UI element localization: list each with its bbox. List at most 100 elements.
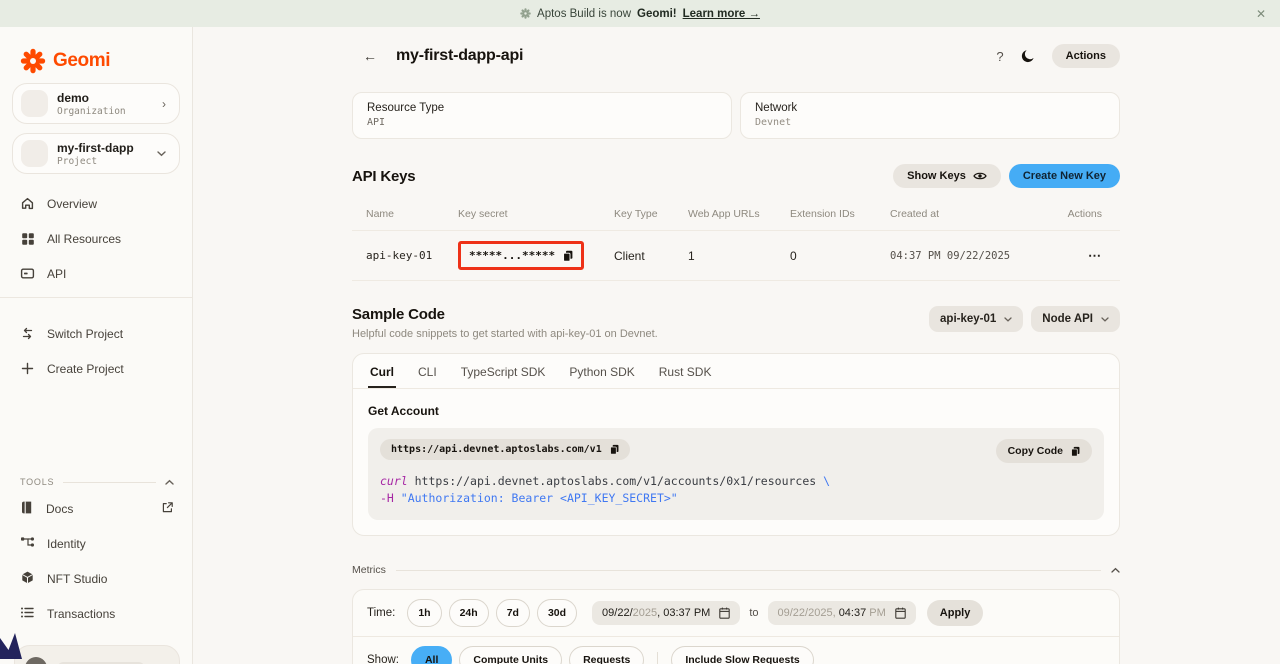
sidebar-item-transactions[interactable]: Transactions [0, 596, 192, 631]
copy-icon [1071, 446, 1080, 457]
banner-brand: Geomi! [637, 8, 677, 20]
snippet-title: Get Account [353, 389, 1119, 418]
sidebar-item-all-resources[interactable]: All Resources [0, 221, 192, 256]
sidebar-item-create-project[interactable]: Create Project [0, 351, 192, 386]
date-seg: 09/22/2025, [778, 607, 839, 619]
sidebar-item-label: Identity [47, 537, 86, 551]
col-header-key-type: Key Type [614, 208, 688, 220]
sidebar-item-label: Create Project [47, 362, 124, 376]
resource-type-value: API [367, 117, 717, 128]
user-account-card[interactable]: › [14, 645, 180, 664]
col-header-actions: Actions [1064, 208, 1120, 220]
key-name-cell: api-key-01 [366, 249, 458, 262]
apply-button[interactable]: Apply [927, 600, 984, 626]
sample-code-card: Curl CLI TypeScript SDK Python SDK Rust … [352, 353, 1120, 536]
create-new-key-button[interactable]: Create New Key [1009, 164, 1120, 188]
code-snippet: curl https://api.devnet.aptoslabs.com/v1… [380, 473, 1092, 506]
web-app-urls-cell: 1 [688, 249, 790, 263]
sidebar-divider [0, 297, 192, 298]
org-avatar [21, 90, 48, 117]
endpoint-chip[interactable]: https://api.devnet.aptoslabs.com/v1 [380, 439, 630, 460]
copy-code-button[interactable]: Copy Code [996, 439, 1092, 463]
code-continuation: \ [823, 474, 830, 488]
corner-logo-decoration [0, 633, 24, 664]
geomi-mark-icon [520, 8, 531, 19]
banner-learn-more-link[interactable]: Learn more → [683, 8, 760, 20]
range-30d-button[interactable]: 30d [537, 599, 577, 627]
api-keys-title: API Keys [352, 168, 415, 185]
row-actions-menu-icon[interactable]: ⋯ [1064, 248, 1120, 264]
show-keys-button[interactable]: Show Keys [893, 164, 1001, 188]
banner-close-icon[interactable]: ✕ [1256, 0, 1266, 27]
filter-all-button[interactable]: All [411, 646, 452, 664]
home-icon [20, 196, 35, 211]
project-name: my-first-dapp [57, 141, 134, 156]
date-from-input[interactable]: 09/22/2025, 03:37 PM [592, 601, 740, 625]
api-select-value: Node API [1042, 313, 1093, 325]
code-string: "Authorization: Bearer <API_KEY_SECRET>" [394, 491, 678, 505]
banner-text: Aptos Build is now [537, 8, 631, 20]
filter-requests-button[interactable]: Requests [569, 646, 644, 664]
created-at-cell: 04:37 PM 09/22/2025 [890, 250, 1064, 262]
sidebar-item-docs[interactable]: Docs [0, 491, 192, 526]
dark-mode-icon[interactable] [1021, 49, 1035, 63]
time-label: Time: [367, 607, 395, 619]
copy-icon [563, 250, 573, 262]
sidebar-item-nft-studio[interactable]: NFT Studio [0, 561, 192, 596]
chevron-up-icon[interactable] [1111, 567, 1120, 573]
key-select-dropdown[interactable]: api-key-01 [929, 306, 1023, 332]
date-to-input[interactable]: 09/22/2025, 04:37 PM [768, 601, 916, 625]
sidebar-item-api[interactable]: API [0, 256, 192, 291]
project-switcher[interactable]: my-first-dapp Project [12, 133, 180, 174]
filter-separator [657, 652, 658, 664]
tab-rust-sdk[interactable]: Rust SDK [657, 354, 714, 388]
grid-icon [20, 232, 35, 246]
col-header-web-app-urls: Web App URLs [688, 208, 790, 220]
chevron-down-icon [157, 151, 166, 157]
range-7d-button[interactable]: 7d [496, 599, 530, 627]
user-avatar [25, 657, 47, 664]
tab-typescript-sdk[interactable]: TypeScript SDK [459, 354, 548, 388]
sidebar-item-switch-project[interactable]: Switch Project [0, 316, 192, 351]
sidebar-item-overview[interactable]: Overview [0, 186, 192, 221]
switch-arrows-icon [20, 326, 35, 341]
actions-button[interactable]: Actions [1052, 44, 1120, 68]
to-label: to [749, 607, 758, 619]
date-seg: 2025 [633, 607, 657, 619]
calendar-icon [895, 607, 906, 619]
filter-compute-units-button[interactable]: Compute Units [459, 646, 562, 664]
metrics-controls-card: Time: 1h 24h 7d 30d 09/22/2025, 03:37 PM… [352, 589, 1120, 664]
project-avatar [21, 140, 48, 167]
tab-python-sdk[interactable]: Python SDK [567, 354, 636, 388]
range-1h-button[interactable]: 1h [407, 599, 441, 627]
key-secret-cell-highlighted[interactable]: *****...***** [458, 241, 584, 270]
sidebar-item-label: API [47, 267, 66, 281]
eye-icon [973, 171, 987, 181]
filter-slow-requests-button[interactable]: Include Slow Requests [671, 646, 813, 664]
date-seg: , 03:37 PM [657, 607, 710, 619]
date-seg: 04:37 [839, 607, 867, 619]
tab-cli[interactable]: CLI [416, 354, 439, 388]
code-flag: -H [380, 491, 394, 505]
network-card: Network Devnet [740, 92, 1120, 139]
project-type-label: Project [57, 156, 134, 167]
resource-type-label: Resource Type [367, 102, 717, 114]
chevron-down-icon [1004, 317, 1012, 322]
sidebar-item-label: Docs [46, 502, 73, 516]
chevron-up-icon[interactable] [165, 479, 174, 485]
sidebar: Geomi demo Organization › my-first-dapp … [0, 27, 193, 664]
sidebar-item-label: Overview [47, 197, 97, 211]
metrics-rule-line [396, 570, 1101, 571]
sidebar-item-label: Transactions [47, 607, 115, 621]
network-label: Network [755, 102, 1105, 114]
org-switcher[interactable]: demo Organization › [12, 83, 180, 124]
page-title: my-first-dapp-api [396, 47, 523, 65]
sidebar-item-label: NFT Studio [47, 572, 107, 586]
back-arrow-icon[interactable]: ← [363, 48, 377, 64]
api-select-dropdown[interactable]: Node API [1031, 306, 1120, 332]
range-24h-button[interactable]: 24h [449, 599, 489, 627]
tab-curl[interactable]: Curl [368, 354, 396, 388]
help-button[interactable]: ? [996, 49, 1003, 64]
geomi-logo[interactable]: Geomi [0, 27, 192, 74]
sidebar-item-identity[interactable]: Identity [0, 526, 192, 561]
